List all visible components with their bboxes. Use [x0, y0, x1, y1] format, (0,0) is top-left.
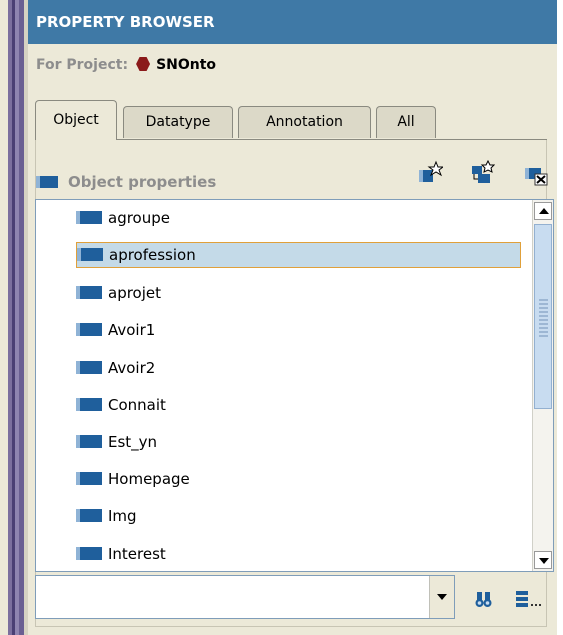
list-item[interactable]: Connait [76, 392, 521, 418]
object-property-icon [76, 211, 102, 224]
list-item[interactable]: Est_yn [76, 429, 521, 455]
object-property-icon [76, 509, 102, 522]
property-list[interactable]: agroupe aprofession aprojet Avoir1 Avoir… [35, 199, 554, 572]
tab-annotation[interactable]: Annotation [238, 106, 371, 138]
arrow-up-icon [539, 208, 549, 214]
list-item[interactable]: Avoir2 [76, 355, 521, 381]
vertical-scrollbar[interactable] [532, 200, 553, 571]
section-header: Object properties [36, 173, 216, 191]
project-indicator: For Project: SNOnto [36, 57, 216, 81]
tab-all[interactable]: All [376, 106, 436, 138]
arrow-down-icon [539, 558, 549, 564]
project-label: For Project: [36, 57, 129, 73]
object-property-icon [76, 323, 102, 336]
list-item[interactable]: Img [76, 503, 521, 529]
find-icon[interactable] [473, 588, 495, 610]
view-menu-icon[interactable] [514, 588, 542, 610]
adjacent-panel-edge [557, 0, 563, 635]
scroll-down-button[interactable] [534, 551, 552, 569]
scroll-thumb[interactable] [534, 224, 552, 409]
list-item[interactable]: aprojet [76, 280, 521, 306]
object-property-icon [76, 286, 102, 299]
list-item[interactable]: agroupe [76, 205, 521, 231]
tab-datatype[interactable]: Datatype [123, 106, 233, 138]
section-title: Object properties [68, 173, 217, 191]
object-property-icon [77, 248, 103, 261]
project-hexagon-icon [136, 57, 151, 71]
list-item[interactable]: Homepage [76, 466, 521, 492]
search-combo[interactable] [35, 575, 455, 619]
delete-property-icon[interactable] [523, 160, 549, 186]
chevron-down-icon [437, 594, 447, 600]
panel-header: PROPERTY BROWSER [28, 0, 557, 44]
object-property-icon [76, 398, 102, 411]
scroll-up-button[interactable] [534, 202, 552, 220]
project-name: SNOnto [156, 57, 217, 73]
list-item-selected[interactable]: aprofession [76, 242, 521, 268]
combo-dropdown-button[interactable] [429, 576, 454, 618]
create-subproperty-icon[interactable] [469, 160, 495, 186]
object-property-icon [36, 176, 58, 188]
list-item[interactable]: Avoir1 [76, 317, 521, 343]
tab-object[interactable]: Object [35, 100, 117, 140]
object-property-icon [76, 547, 102, 560]
window-edge [0, 0, 30, 635]
object-property-icon [76, 361, 102, 374]
create-property-icon[interactable] [417, 160, 443, 186]
list-item[interactable]: Interest [76, 541, 521, 567]
object-property-icon [76, 435, 102, 448]
object-property-icon [76, 472, 102, 485]
property-browser-panel: PROPERTY BROWSER For Project: SNOnto Obje… [28, 0, 557, 635]
